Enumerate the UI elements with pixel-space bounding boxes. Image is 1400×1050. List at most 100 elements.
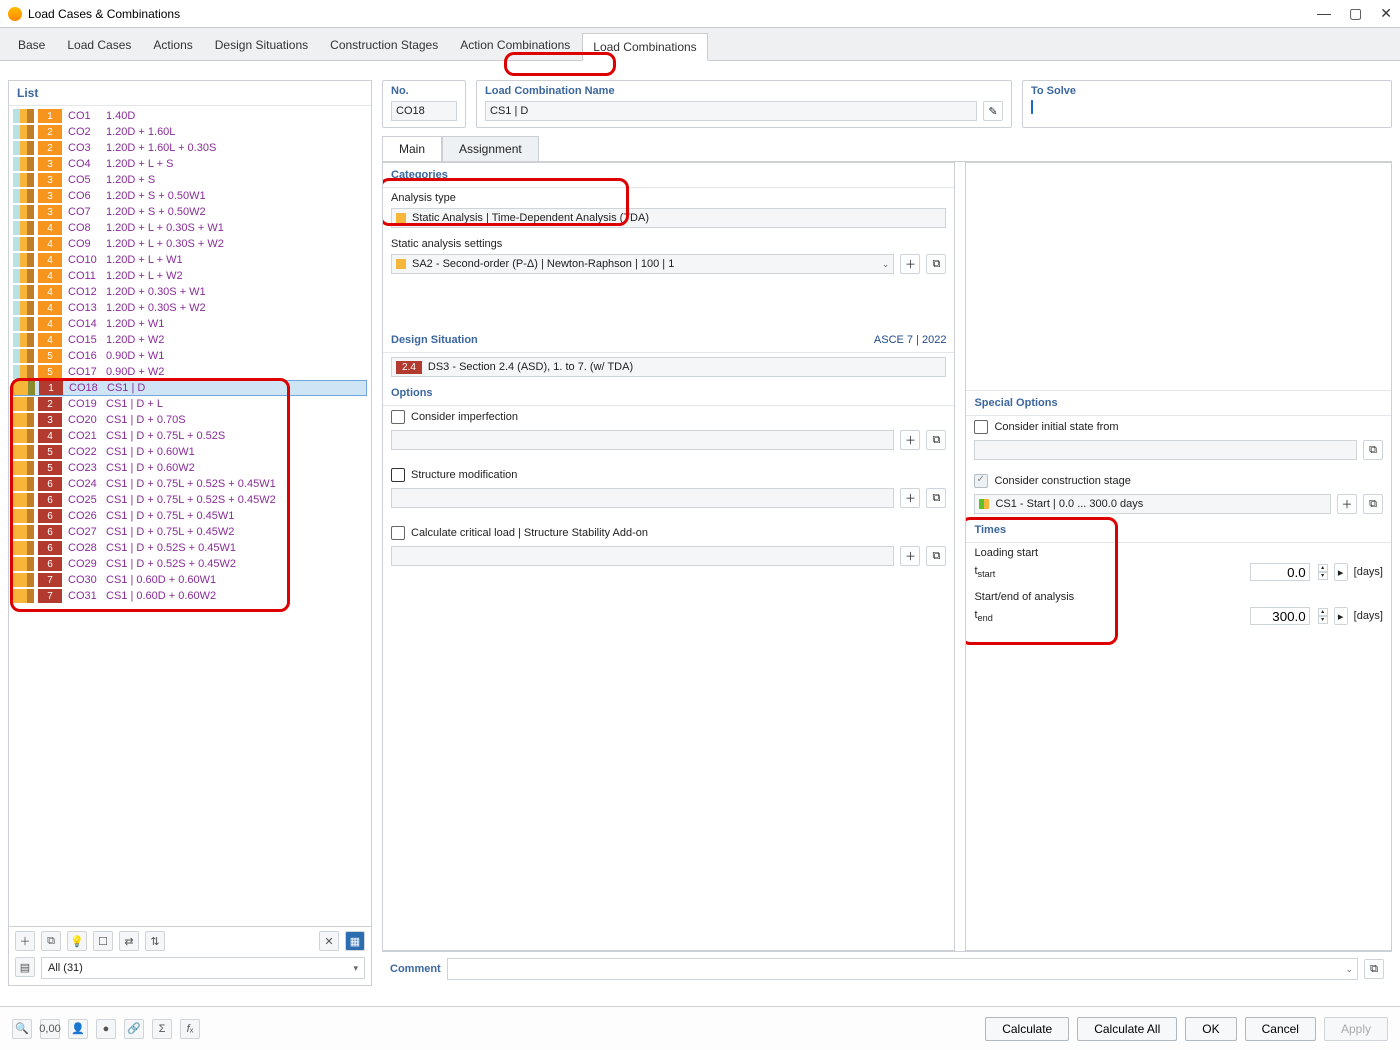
list-item[interactable]: 1CO11.40D: [13, 108, 367, 124]
tstart-more-icon[interactable]: ▸: [1334, 563, 1348, 581]
smod-edit-icon[interactable]: ⧉: [926, 488, 946, 508]
sort-icon[interactable]: ⇅: [145, 931, 165, 951]
list-item[interactable]: 2CO19CS1 | D + L: [13, 396, 367, 412]
delete-icon[interactable]: ✕: [319, 931, 339, 951]
list-item[interactable]: 4CO121.20D + 0.30S + W1: [13, 284, 367, 300]
list-formula: 0.90D + W1: [106, 350, 164, 362]
tend-more-icon[interactable]: ▸: [1334, 607, 1348, 625]
close-icon[interactable]: ✕: [1380, 5, 1392, 22]
stage-new-icon[interactable]: ＋: [1337, 494, 1357, 514]
crit-edit-icon[interactable]: ⧉: [926, 546, 946, 566]
people-icon[interactable]: 👤: [68, 1019, 88, 1039]
structure-mod-checkbox[interactable]: [391, 468, 405, 482]
list-item[interactable]: 5CO23CS1 | D + 0.60W2: [13, 460, 367, 476]
tab-construction-stages[interactable]: Construction Stages: [320, 32, 448, 60]
list-item[interactable]: 4CO111.20D + L + W2: [13, 268, 367, 284]
static-settings-select[interactable]: SA2 - Second-order (P-Δ) | Newton-Raphso…: [391, 254, 894, 274]
new-icon[interactable]: ＋: [15, 931, 35, 951]
minimize-icon[interactable]: —: [1317, 5, 1331, 22]
grey-icon[interactable]: ●: [96, 1019, 116, 1039]
imperf-new-icon[interactable]: ＋: [900, 430, 920, 450]
list-item[interactable]: 3CO20CS1 | D + 0.70S: [13, 412, 367, 428]
list-item[interactable]: 2CO31.20D + 1.60L + 0.30S: [13, 140, 367, 156]
list-item[interactable]: 6CO24CS1 | D + 0.75L + 0.52S + 0.45W1: [13, 476, 367, 492]
to-solve-checkbox[interactable]: [1031, 100, 1033, 114]
static-new-icon[interactable]: ＋: [900, 254, 920, 274]
tab-load-combinations[interactable]: Load Combinations: [582, 33, 707, 61]
list-pane: List 1CO11.40D2CO21.20D + 1.60L2CO31.20D…: [8, 80, 372, 986]
static-edit-icon[interactable]: ⧉: [926, 254, 946, 274]
units-icon[interactable]: 0,00: [40, 1019, 60, 1039]
sigma-icon[interactable]: Σ: [152, 1019, 172, 1039]
maximize-icon[interactable]: ▢: [1349, 5, 1362, 22]
options-head: Options: [383, 381, 954, 406]
list-item[interactable]: 6CO29CS1 | D + 0.52S + 0.45W2: [13, 556, 367, 572]
select-icon[interactable]: ☐: [93, 931, 113, 951]
tstart-input[interactable]: [1250, 563, 1310, 581]
list-item[interactable]: 5CO160.90D + W1: [13, 348, 367, 364]
tab-actions[interactable]: Actions: [143, 32, 202, 60]
calculate-all-button[interactable]: Calculate All: [1077, 1017, 1177, 1041]
calculate-button[interactable]: Calculate: [985, 1017, 1069, 1041]
crit-new-icon[interactable]: ＋: [900, 546, 920, 566]
list-item[interactable]: 4CO131.20D + 0.30S + W2: [13, 300, 367, 316]
tab-action-combinations[interactable]: Action Combinations: [450, 32, 580, 60]
tab-main[interactable]: Main: [382, 136, 442, 161]
list-item[interactable]: 3CO61.20D + S + 0.50W1: [13, 188, 367, 204]
list-item[interactable]: 4CO21CS1 | D + 0.75L + 0.52S: [13, 428, 367, 444]
tab-assignment[interactable]: Assignment: [442, 136, 539, 161]
footer: 🔍 0,00 👤 ● 🔗 Σ fₓ Calculate Calculate Al…: [0, 1006, 1400, 1050]
help-icon[interactable]: 🔍: [12, 1019, 32, 1039]
list-item[interactable]: 5CO22CS1 | D + 0.60W1: [13, 444, 367, 460]
comment-input[interactable]: ⌄: [447, 958, 1358, 980]
critical-load-checkbox[interactable]: [391, 526, 405, 540]
list-item[interactable]: 5CO170.90D + W2: [13, 364, 367, 380]
list-item[interactable]: 6CO26CS1 | D + 0.75L + 0.45W1: [13, 508, 367, 524]
list-number-badge: 4: [38, 429, 62, 443]
list-item[interactable]: 4CO81.20D + L + 0.30S + W1: [13, 220, 367, 236]
opt1-label: Consider imperfection: [411, 411, 518, 423]
list-item[interactable]: 3CO71.20D + S + 0.50W2: [13, 204, 367, 220]
list-item[interactable]: 4CO91.20D + L + 0.30S + W2: [13, 236, 367, 252]
tab-base[interactable]: Base: [8, 32, 55, 60]
light-icon[interactable]: 💡: [67, 931, 87, 951]
copy-icon[interactable]: ⧉: [41, 931, 61, 951]
filter-icon[interactable]: ▤: [15, 957, 35, 977]
tend-unit: [days]: [1354, 610, 1383, 622]
filter-select[interactable]: All (31) ▾: [41, 957, 365, 979]
init-edit-icon[interactable]: ⧉: [1363, 440, 1383, 460]
list-item[interactable]: 1CO18CS1 | D: [13, 380, 367, 396]
list-formula: CS1 | D + 0.75L + 0.52S + 0.45W2: [106, 494, 276, 506]
tab-design-situations[interactable]: Design Situations: [205, 32, 318, 60]
initial-state-checkbox[interactable]: [974, 420, 988, 434]
list-item[interactable]: 2CO21.20D + 1.60L: [13, 124, 367, 140]
tstart-spinner[interactable]: ▴▾: [1318, 564, 1328, 580]
list-item[interactable]: 7CO31CS1 | 0.60D + 0.60W2: [13, 588, 367, 604]
edit-name-icon[interactable]: ✎: [983, 101, 1003, 121]
imperf-edit-icon[interactable]: ⧉: [926, 430, 946, 450]
link-icon[interactable]: 🔗: [124, 1019, 144, 1039]
tend-spinner[interactable]: ▴▾: [1318, 608, 1328, 624]
consider-imperfection-checkbox[interactable]: [391, 410, 405, 424]
combo-list[interactable]: 1CO11.40D2CO21.20D + 1.60L2CO31.20D + 1.…: [9, 106, 371, 926]
tab-load-cases[interactable]: Load Cases: [57, 32, 141, 60]
list-item[interactable]: 4CO141.20D + W1: [13, 316, 367, 332]
smod-new-icon[interactable]: ＋: [900, 488, 920, 508]
list-item[interactable]: 4CO101.20D + L + W1: [13, 252, 367, 268]
swap-icon[interactable]: ⇄: [119, 931, 139, 951]
cancel-button[interactable]: Cancel: [1245, 1017, 1316, 1041]
ok-button[interactable]: OK: [1185, 1017, 1236, 1041]
comment-copy-icon[interactable]: ⧉: [1364, 959, 1384, 979]
list-item[interactable]: 6CO25CS1 | D + 0.75L + 0.52S + 0.45W2: [13, 492, 367, 508]
list-item[interactable]: 4CO151.20D + W2: [13, 332, 367, 348]
name-input[interactable]: CS1 | D: [485, 101, 977, 121]
tend-input[interactable]: [1250, 607, 1310, 625]
list-item[interactable]: 3CO41.20D + L + S: [13, 156, 367, 172]
list-item[interactable]: 6CO28CS1 | D + 0.52S + 0.45W1: [13, 540, 367, 556]
stage-edit-icon[interactable]: ⧉: [1363, 494, 1383, 514]
list-item[interactable]: 6CO27CS1 | D + 0.75L + 0.45W2: [13, 524, 367, 540]
list-item[interactable]: 3CO51.20D + S: [13, 172, 367, 188]
fx-icon[interactable]: fₓ: [180, 1019, 200, 1039]
list-item[interactable]: 7CO30CS1 | 0.60D + 0.60W1: [13, 572, 367, 588]
mode-icon[interactable]: ▦: [345, 931, 365, 951]
